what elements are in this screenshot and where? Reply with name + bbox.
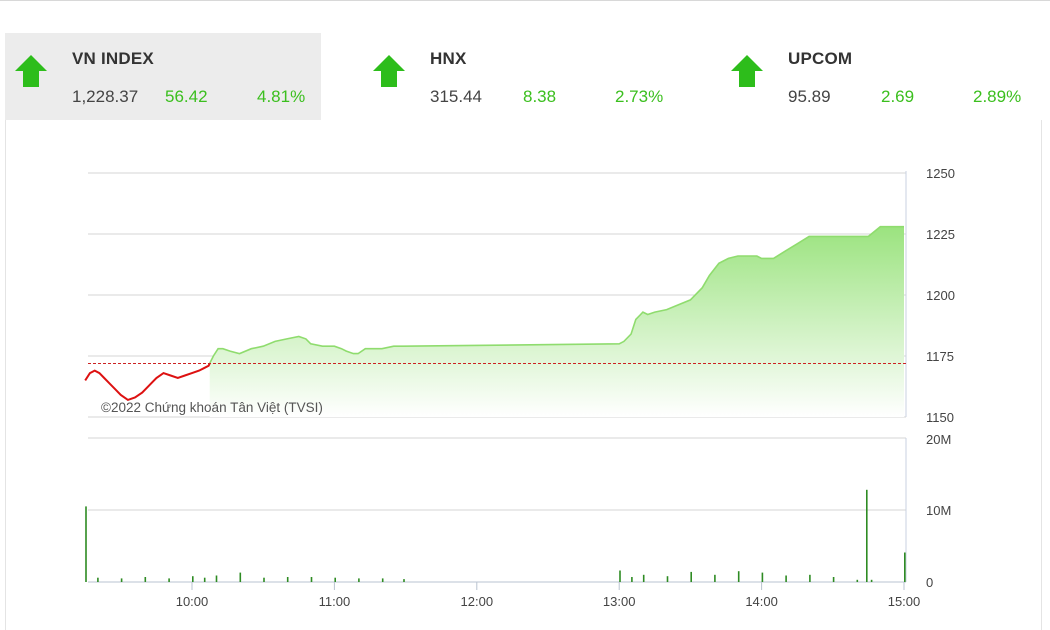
price-tick-label: 1250 bbox=[926, 166, 955, 181]
volume-bar bbox=[619, 570, 621, 582]
up-arrow-icon bbox=[731, 55, 763, 87]
index-price: 95.89 bbox=[788, 87, 831, 106]
index-price: 1,228.37 bbox=[72, 87, 139, 106]
time-tick-label: 13:00 bbox=[603, 594, 636, 609]
volume-bar bbox=[714, 574, 716, 582]
volume-bar bbox=[666, 576, 669, 582]
volume-bar bbox=[904, 552, 906, 582]
intraday-chart: 1250 1225 1200 1175 1150 ©2022 Chứng khoán Tâ… bbox=[84, 166, 955, 609]
volume-bar bbox=[761, 572, 764, 582]
index-name: UPCOM bbox=[788, 49, 853, 68]
volume-bar bbox=[642, 574, 645, 582]
volume-bar bbox=[263, 577, 265, 582]
volume-bar bbox=[85, 506, 87, 582]
price-tick-label: 1225 bbox=[926, 227, 955, 242]
volume-tick-label: 10M bbox=[926, 503, 951, 518]
volume-bar bbox=[381, 578, 384, 582]
price-tick-label: 1150 bbox=[926, 410, 954, 425]
top-border bbox=[0, 0, 1050, 1]
index-percent: 2.89% bbox=[973, 87, 1022, 106]
index-price: 315.44 bbox=[430, 87, 482, 106]
index-name: HNX bbox=[430, 49, 467, 68]
chart-panel: 1250 1225 1200 1175 1150 ©2022 Chứng khoán Tâ… bbox=[5, 120, 1042, 630]
time-tick-label: 12:00 bbox=[461, 594, 494, 609]
index-change: 56.42 bbox=[165, 87, 208, 106]
time-tick-label: 15:00 bbox=[888, 594, 921, 609]
index-name: VN INDEX bbox=[72, 49, 154, 68]
volume-tick-label: 0 bbox=[926, 575, 933, 590]
volume-tick-label: 20M bbox=[926, 432, 951, 447]
volume-bar bbox=[215, 575, 218, 582]
index-percent: 2.73% bbox=[615, 87, 664, 106]
volume-bar bbox=[192, 576, 194, 582]
volume-bar bbox=[310, 577, 313, 582]
up-arrow-icon bbox=[15, 55, 47, 87]
price-area-fill bbox=[209, 226, 904, 417]
volume-bar bbox=[120, 578, 123, 582]
up-arrow-icon bbox=[373, 55, 405, 87]
volume-bar bbox=[403, 579, 405, 582]
tab-vn-index[interactable]: VN INDEX 1,228.37 56.42 4.81% bbox=[5, 33, 321, 120]
volume-bar bbox=[866, 489, 868, 582]
index-change: 8.38 bbox=[523, 87, 557, 106]
volume-bar bbox=[286, 577, 289, 582]
volume-bar bbox=[358, 578, 360, 582]
volume-bar bbox=[97, 577, 99, 582]
index-change: 2.69 bbox=[881, 87, 915, 106]
volume-bar bbox=[785, 575, 787, 582]
tab-upcom[interactable]: UPCOM 95.89 2.69 2.89% bbox=[721, 33, 1037, 120]
price-tick-label: 1175 bbox=[926, 349, 954, 364]
volume-bar bbox=[832, 577, 835, 582]
index-percent: 4.81% bbox=[257, 87, 306, 106]
volume-bar bbox=[690, 571, 692, 582]
volume-bar bbox=[203, 577, 206, 582]
price-tick-label: 1200 bbox=[926, 288, 955, 303]
volume-bar bbox=[334, 577, 336, 582]
tab-hnx[interactable]: HNX 315.44 8.38 2.73% bbox=[363, 33, 679, 120]
volume-bar bbox=[631, 577, 633, 582]
volume-bar bbox=[856, 579, 859, 582]
volume-bar bbox=[168, 578, 170, 582]
volume-bar bbox=[144, 577, 147, 582]
volume-bar bbox=[239, 572, 242, 582]
time-tick-label: 11:00 bbox=[319, 594, 351, 609]
volume-bar bbox=[737, 571, 740, 582]
time-tick-label: 14:00 bbox=[745, 594, 778, 609]
index-tabs: VN INDEX 1,228.37 56.42 4.81% HNX 315.44… bbox=[5, 33, 1040, 120]
time-tick-label: 10:00 bbox=[176, 594, 209, 609]
copyright-watermark: ©2022 Chứng khoán Tân Việt (TVSI) bbox=[101, 400, 323, 415]
volume-bar bbox=[870, 579, 873, 582]
volume-bar bbox=[809, 574, 811, 582]
price-line-down bbox=[84, 362, 211, 402]
